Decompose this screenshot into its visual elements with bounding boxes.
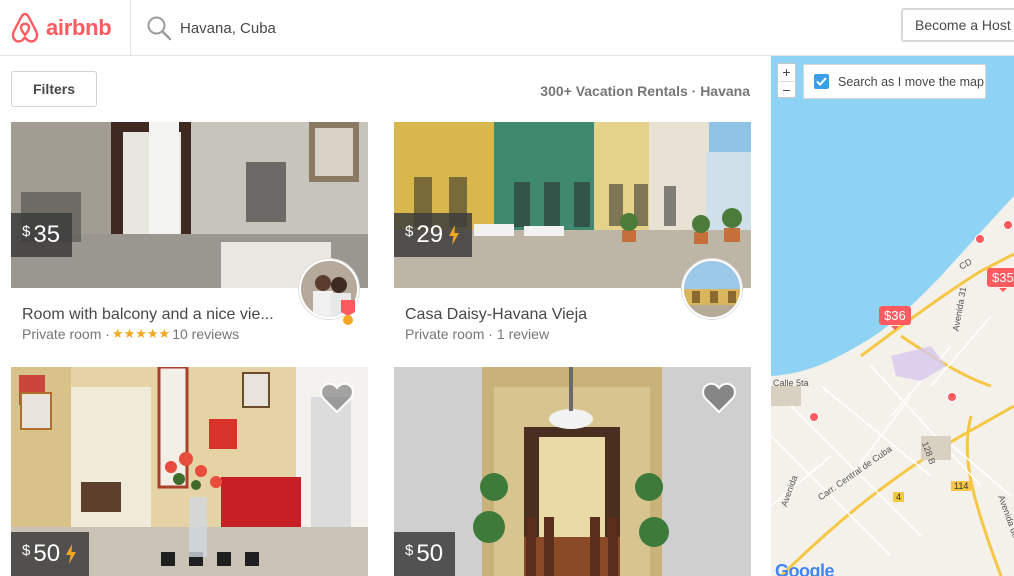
price-tag: $ 50: [11, 532, 90, 576]
price-pin[interactable]: $35: [987, 268, 1014, 292]
top-header: airbnb Become a Host: [0, 0, 1014, 56]
airbnb-belo-icon: [11, 12, 39, 43]
heart-icon[interactable]: [702, 382, 736, 414]
listing-dot[interactable]: [975, 234, 985, 244]
airbnb-logo[interactable]: airbnb: [10, 8, 120, 48]
search-as-move-toggle[interactable]: Search as I move the map: [803, 64, 986, 99]
review-count: 1 review: [496, 326, 550, 342]
room-type: Private room ·: [405, 326, 493, 342]
instant-book-icon: [449, 225, 460, 245]
road-shield: 114: [951, 481, 972, 491]
search-icon: [147, 16, 172, 41]
search-input[interactable]: [180, 19, 680, 37]
road-shield: 4: [893, 492, 905, 502]
price-tag: $ 35: [11, 213, 73, 257]
host-photo: [684, 261, 740, 317]
listing-title[interactable]: Casa Daisy-Havana Vieja: [405, 306, 587, 324]
listing-dot[interactable]: [947, 392, 957, 402]
filter-bar: Filters 300+ Vacation Rentals · Havana: [0, 56, 771, 122]
search-as-move-checkbox[interactable]: [814, 74, 829, 89]
price-amount: 50: [416, 540, 444, 567]
rental-count: 300+ Vacation Rentals · Havana: [540, 83, 750, 99]
instant-book-icon: [66, 544, 77, 564]
price-pin[interactable]: $36: [879, 306, 911, 330]
heart-icon[interactable]: [320, 382, 354, 414]
location-search[interactable]: [146, 10, 846, 46]
superhost-badge-icon: [341, 300, 355, 325]
brand-wordmark: airbnb: [46, 15, 112, 40]
price-amount: 29: [416, 221, 444, 248]
zoom-out-button[interactable]: −: [778, 82, 795, 99]
listing-dot[interactable]: [1003, 220, 1013, 230]
checkmark-icon: [816, 77, 827, 86]
search-as-move-label: Search as I move the map: [838, 74, 984, 89]
listings-grid: $ 35 Room with balcony and a nice vie...…: [0, 122, 771, 576]
host-avatar[interactable]: [682, 259, 742, 319]
listing-title[interactable]: Room with balcony and a nice vie...: [22, 306, 274, 324]
currency-symbol: $: [405, 222, 414, 240]
header-divider: [130, 0, 131, 56]
currency-symbol: $: [22, 222, 31, 240]
star-rating: ★★★★★: [111, 326, 171, 341]
become-host-button[interactable]: Become a Host: [901, 8, 1014, 42]
listing-meta: Private room · 1 review: [405, 326, 549, 342]
review-count: 10 reviews: [172, 326, 240, 342]
street-label: Calle 5ta: [773, 378, 809, 388]
price-amount: 50: [33, 540, 61, 567]
zoom-control: + −: [777, 63, 796, 98]
listing-photo[interactable]: $ 50: [394, 367, 751, 576]
google-attribution[interactable]: Google: [775, 561, 835, 576]
map-panel[interactable]: CD Avenida 31 Calle 5ta Carr. Central de…: [771, 56, 1014, 576]
listing-photo[interactable]: $ 50: [11, 367, 368, 576]
price-amount: 35: [33, 221, 61, 248]
filters-button[interactable]: Filters: [11, 71, 97, 107]
zoom-in-button[interactable]: +: [778, 64, 795, 81]
listing-meta: Private room · ★★★★★ 10 reviews: [22, 326, 239, 342]
listing-dot[interactable]: [809, 412, 819, 422]
currency-symbol: $: [405, 541, 414, 559]
currency-symbol: $: [22, 541, 31, 559]
room-type: Private room ·: [22, 326, 110, 342]
price-tag: $ 29: [394, 213, 473, 257]
price-tag: $ 50: [394, 532, 456, 576]
